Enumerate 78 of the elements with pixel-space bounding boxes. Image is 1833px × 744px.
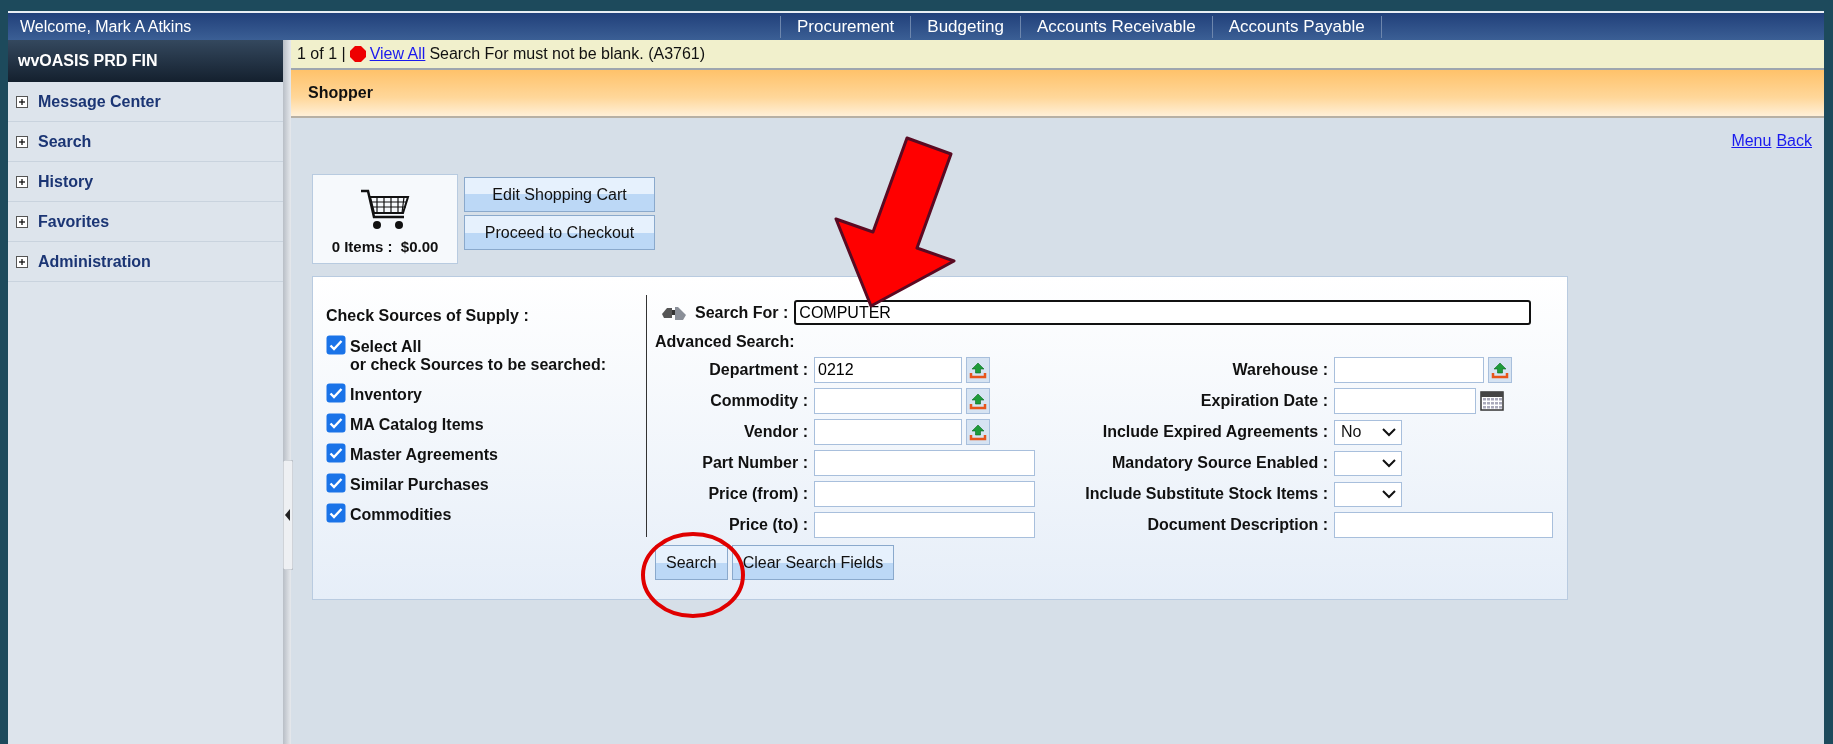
page-title: Shopper bbox=[291, 70, 1824, 118]
message-count: 1 of 1 | bbox=[297, 45, 346, 63]
field-label: Mandatory Source Enabled : bbox=[1110, 454, 1328, 472]
source-label: MA Catalog Items bbox=[350, 416, 484, 434]
nav-link[interactable]: Accounts Receivable bbox=[1019, 15, 1212, 38]
cart-summary: 0 Items : $0.00 bbox=[312, 174, 458, 264]
checkbox[interactable] bbox=[326, 413, 346, 433]
stop-icon bbox=[349, 46, 366, 62]
cart-button[interactable]: Proceed to Checkout bbox=[464, 215, 655, 250]
shopping-cart-icon bbox=[359, 188, 411, 232]
calendar-icon[interactable] bbox=[1480, 391, 1504, 411]
nav-link[interactable]: Budgeting bbox=[910, 15, 1020, 38]
lookup-button[interactable] bbox=[966, 357, 990, 383]
field-label: Vendor : bbox=[743, 423, 808, 441]
checkbox[interactable] bbox=[326, 335, 346, 355]
source-label: Inventory bbox=[350, 386, 422, 404]
lookup-field[interactable] bbox=[814, 419, 962, 445]
source-label: Select All or check Sources to be searched: bbox=[350, 338, 607, 374]
checkbox[interactable] bbox=[326, 383, 346, 403]
checkbox[interactable] bbox=[326, 443, 346, 463]
sidebar-item[interactable]: Message Center bbox=[8, 82, 283, 122]
source-label: Commodities bbox=[350, 506, 452, 524]
text-field[interactable] bbox=[814, 481, 1035, 507]
collapse-handle[interactable] bbox=[283, 460, 293, 570]
field-label: Include Expired Agreements : bbox=[1101, 423, 1328, 441]
date-field[interactable] bbox=[1334, 388, 1476, 414]
upload-icon bbox=[969, 392, 987, 410]
upload-icon bbox=[1491, 361, 1509, 379]
field-label: Price (to) : bbox=[727, 516, 808, 534]
error-message: Search For must not be blank. (A3761) bbox=[429, 45, 706, 63]
checkbox[interactable] bbox=[326, 503, 346, 523]
lookup-button[interactable] bbox=[1488, 357, 1512, 383]
chevron-icon bbox=[1382, 489, 1396, 499]
field-label: Include Substitute Stock Items : bbox=[1084, 485, 1328, 503]
sidebar-item[interactable]: Favorites bbox=[8, 202, 283, 242]
field-label: Document Description : bbox=[1146, 516, 1328, 534]
nav-link[interactable]: Menu bbox=[1731, 132, 1772, 150]
dropdown[interactable] bbox=[1334, 450, 1402, 476]
text-field[interactable] bbox=[1334, 512, 1553, 538]
upload-icon bbox=[969, 361, 987, 379]
sources-title: Check Sources of Supply : bbox=[326, 307, 530, 325]
lookup-field[interactable] bbox=[1334, 357, 1484, 383]
dropdown[interactable]: No bbox=[1334, 419, 1402, 445]
search-field[interactable]: COMPUTER bbox=[794, 300, 1532, 325]
sidebar-item[interactable]: Administration bbox=[8, 242, 283, 282]
binoculars-icon bbox=[661, 304, 689, 321]
view-all-link[interactable]: View All bbox=[369, 45, 426, 63]
field-label: Warehouse : bbox=[1231, 361, 1328, 379]
lookup-button[interactable] bbox=[966, 419, 990, 445]
lookup-field[interactable]: 0212 bbox=[814, 357, 962, 383]
field-label: Commodity : bbox=[709, 392, 808, 410]
lookup-field[interactable] bbox=[814, 388, 962, 414]
welcome-text: Welcome, Mark A Atkins bbox=[19, 17, 193, 36]
nav-link[interactable]: Back bbox=[1776, 132, 1812, 150]
dropdown[interactable] bbox=[1334, 481, 1402, 507]
sidebar-item[interactable]: History bbox=[8, 162, 283, 202]
field-label: Part Number : bbox=[701, 454, 808, 472]
cart-button[interactable]: Edit Shopping Cart bbox=[464, 177, 655, 212]
checkbox[interactable] bbox=[326, 473, 346, 493]
nav-link[interactable]: Accounts Payable bbox=[1211, 15, 1382, 38]
nav-link[interactable]: Procurement bbox=[780, 15, 911, 38]
advanced-search-title: Advanced Search: bbox=[655, 333, 796, 351]
field-label: Department : bbox=[708, 361, 808, 379]
upload-icon bbox=[969, 423, 987, 441]
source-label: Master Agreements bbox=[350, 446, 498, 464]
field-label: Expiration Date : bbox=[1199, 392, 1328, 410]
chevron-icon bbox=[1382, 458, 1396, 468]
chevron-icon bbox=[1382, 427, 1396, 437]
text-field[interactable] bbox=[814, 512, 1035, 538]
clear-button[interactable]: Clear Search Fields bbox=[731, 545, 895, 580]
text-field[interactable] bbox=[814, 450, 1035, 476]
lookup-button[interactable] bbox=[966, 388, 990, 414]
sidebar-title: wvOASIS PRD FIN bbox=[8, 40, 283, 82]
search-for-label: Search For : bbox=[695, 303, 789, 322]
field-label: Price (from) : bbox=[707, 485, 808, 503]
search-button[interactable]: Search bbox=[655, 545, 728, 580]
sidebar-item[interactable]: Search bbox=[8, 122, 283, 162]
source-label: Similar Purchases bbox=[350, 476, 489, 494]
